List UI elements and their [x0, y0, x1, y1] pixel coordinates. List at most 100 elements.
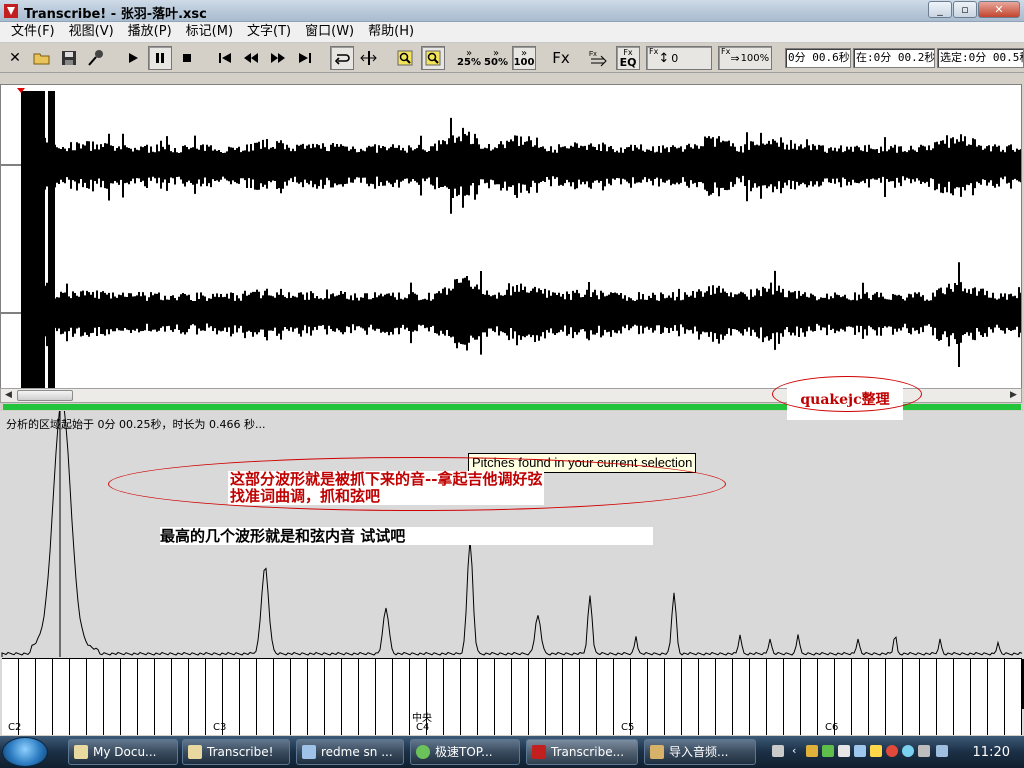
- piano-white-key[interactable]: [325, 659, 342, 735]
- menu-text[interactable]: 文字(T): [240, 22, 298, 42]
- start-button[interactable]: [2, 737, 48, 767]
- open-folder-icon[interactable]: [30, 46, 54, 70]
- piano-white-key[interactable]: [138, 659, 155, 735]
- taskbar-item-transcribe-app[interactable]: Transcribe...: [526, 739, 638, 765]
- piano-white-key[interactable]: [342, 659, 359, 735]
- close-button[interactable]: ✕: [978, 1, 1020, 18]
- scroll-left-icon[interactable]: ◀: [1, 389, 16, 402]
- menu-markers[interactable]: 标记(M): [179, 22, 240, 42]
- piano-white-key[interactable]: [869, 659, 886, 735]
- piano-white-key[interactable]: [988, 659, 1005, 735]
- network-icon[interactable]: [854, 745, 866, 757]
- piano-white-key[interactable]: [359, 659, 376, 735]
- skip-to-start-icon[interactable]: [214, 46, 236, 70]
- minimize-button[interactable]: _: [928, 1, 952, 18]
- piano-white-key[interactable]: [308, 659, 325, 735]
- piano-white-key[interactable]: [461, 659, 478, 735]
- menu-help[interactable]: 帮助(H): [361, 22, 421, 42]
- piano-keyboard[interactable]: C2 C3 中央 C4 C5 C6: [2, 658, 1024, 735]
- menu-window[interactable]: 窗口(W): [298, 22, 361, 42]
- stop-icon[interactable]: [176, 46, 198, 70]
- menu-file[interactable]: 文件(F): [4, 22, 62, 42]
- piano-white-key[interactable]: [580, 659, 597, 735]
- taskbar-item-readme[interactable]: redme sn ...: [296, 739, 404, 765]
- microphone-icon[interactable]: [84, 46, 108, 70]
- volume-icon[interactable]: [936, 745, 948, 757]
- loop-icon[interactable]: [330, 46, 354, 70]
- piano-white-key[interactable]: [376, 659, 393, 735]
- fx-route-icon[interactable]: Fx: [587, 46, 611, 70]
- piano-white-key[interactable]: [801, 659, 818, 735]
- fx-eq-button[interactable]: Fx EQ: [616, 46, 640, 70]
- piano-white-key[interactable]: [971, 659, 988, 735]
- piano-white-key[interactable]: [597, 659, 614, 735]
- piano-white-key[interactable]: [665, 659, 682, 735]
- piano-white-key[interactable]: [682, 659, 699, 735]
- menu-play[interactable]: 播放(P): [121, 22, 179, 42]
- input-method-icon[interactable]: [918, 745, 930, 757]
- piano-white-key[interactable]: [699, 659, 716, 735]
- antivirus-icon[interactable]: [886, 745, 898, 757]
- piano-white-key[interactable]: [53, 659, 70, 735]
- notification-icon[interactable]: [870, 745, 882, 757]
- piano-white-key[interactable]: [444, 659, 461, 735]
- piano-white-key[interactable]: [648, 659, 665, 735]
- save-icon[interactable]: [57, 46, 81, 70]
- taskbar-item-browser[interactable]: 极速TOP...: [410, 739, 520, 765]
- piano-white-key[interactable]: [291, 659, 308, 735]
- taskbar-clock[interactable]: 11:20: [973, 745, 1010, 760]
- piano-white-key[interactable]: [172, 659, 189, 735]
- rewind-icon[interactable]: [240, 46, 262, 70]
- speed-25-button[interactable]: » 25%: [457, 46, 481, 70]
- piano-white-key[interactable]: [393, 659, 410, 735]
- piano-white-key[interactable]: [121, 659, 138, 735]
- chevron-left-icon[interactable]: ‹: [792, 745, 804, 757]
- pause-icon[interactable]: [148, 46, 172, 70]
- piano-white-key[interactable]: [563, 659, 580, 735]
- piano-white-key[interactable]: [767, 659, 784, 735]
- piano-white-key[interactable]: [1005, 659, 1022, 735]
- piano-white-key[interactable]: [512, 659, 529, 735]
- scroll-thumb[interactable]: [17, 390, 73, 401]
- piano-white-key[interactable]: [240, 659, 257, 735]
- piano-white-key[interactable]: [954, 659, 971, 735]
- piano-white-key[interactable]: [750, 659, 767, 735]
- drive-icon[interactable]: [838, 745, 850, 757]
- piano-white-key[interactable]: [903, 659, 920, 735]
- piano-white-key[interactable]: [495, 659, 512, 735]
- selection-bounds-icon[interactable]: [357, 46, 381, 70]
- piano-white-key[interactable]: [87, 659, 104, 735]
- piano-white-key[interactable]: [155, 659, 172, 735]
- piano-white-key[interactable]: [937, 659, 954, 735]
- close-file-icon[interactable]: ✕: [4, 46, 26, 70]
- fx-speed-control[interactable]: Fx ⇒ 100%: [718, 46, 772, 70]
- piano-white-key[interactable]: [920, 659, 937, 735]
- taskbar-item-my-documents[interactable]: My Docu...: [68, 739, 178, 765]
- piano-white-key[interactable]: [478, 659, 495, 735]
- maximize-button[interactable]: ▫: [953, 1, 977, 18]
- shield-icon[interactable]: [806, 745, 818, 757]
- waveform-display[interactable]: [1, 85, 1022, 389]
- piano-white-key[interactable]: [189, 659, 206, 735]
- piano-white-key[interactable]: [546, 659, 563, 735]
- waveform-panel[interactable]: [0, 84, 1022, 389]
- piano-white-key[interactable]: [274, 659, 291, 735]
- taskbar-item-transcribe-folder[interactable]: Transcribe!: [182, 739, 290, 765]
- piano-white-key[interactable]: [257, 659, 274, 735]
- menu-view[interactable]: 视图(V): [62, 22, 121, 42]
- piano-white-key[interactable]: [529, 659, 546, 735]
- zoom-fit-icon[interactable]: [421, 46, 445, 70]
- taskbar-item-import-audio[interactable]: 导入音频...: [644, 739, 756, 765]
- zoom-icon[interactable]: [394, 46, 416, 70]
- piano-white-key[interactable]: [716, 659, 733, 735]
- piano-white-key[interactable]: [19, 659, 36, 735]
- play-icon[interactable]: [122, 46, 144, 70]
- skip-to-end-icon[interactable]: [294, 46, 316, 70]
- messenger-icon[interactable]: [902, 745, 914, 757]
- piano-white-key[interactable]: [36, 659, 53, 735]
- piano-white-key[interactable]: [852, 659, 869, 735]
- piano-white-key[interactable]: [104, 659, 121, 735]
- fx-button[interactable]: Fx: [548, 46, 574, 70]
- keyboard-icon[interactable]: [772, 745, 784, 757]
- piano-white-key[interactable]: [784, 659, 801, 735]
